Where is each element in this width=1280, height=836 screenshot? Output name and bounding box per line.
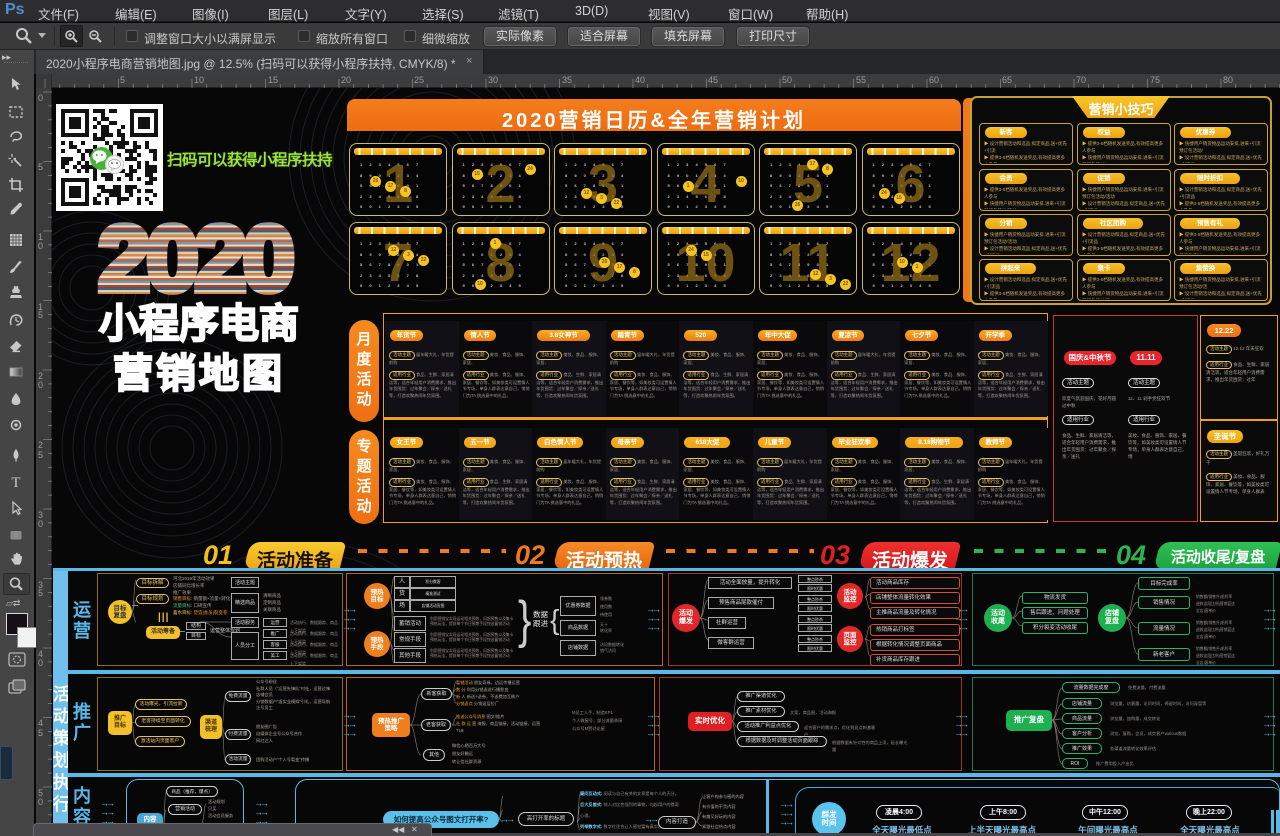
svg-text:50: 50	[782, 75, 792, 85]
svg-text:5: 5	[38, 728, 43, 738]
svg-text:35: 35	[562, 75, 572, 85]
svg-text:45: 45	[708, 75, 718, 85]
svg-text:0: 0	[38, 658, 43, 668]
svg-text:40: 40	[635, 75, 645, 85]
svg-text:5: 5	[38, 588, 43, 598]
svg-text:80: 80	[1223, 75, 1233, 85]
svg-text:5: 5	[38, 450, 43, 460]
svg-text:5: 5	[120, 75, 125, 85]
svg-text:75: 75	[1150, 75, 1160, 85]
svg-text:0: 0	[38, 380, 43, 390]
svg-text:20: 20	[341, 75, 351, 85]
svg-text:0: 0	[38, 93, 43, 103]
svg-text:5: 5	[38, 162, 43, 172]
svg-text:30: 30	[488, 75, 498, 85]
svg-text:T: T	[11, 475, 20, 490]
svg-text:4: 4	[38, 718, 43, 728]
svg-text:2: 2	[38, 440, 43, 450]
svg-text:70: 70	[1076, 75, 1086, 85]
svg-text:0: 0	[38, 797, 43, 807]
svg-text:25: 25	[414, 75, 424, 85]
svg-text:60: 60	[929, 75, 939, 85]
svg-text:0: 0	[38, 241, 43, 251]
svg-text:55: 55	[856, 75, 866, 85]
svg-text:65: 65	[1002, 75, 1012, 85]
svg-text:10: 10	[194, 75, 204, 85]
svg-text:15: 15	[268, 75, 278, 85]
svg-text:0: 0	[38, 519, 43, 529]
svg-text:5: 5	[38, 310, 43, 320]
